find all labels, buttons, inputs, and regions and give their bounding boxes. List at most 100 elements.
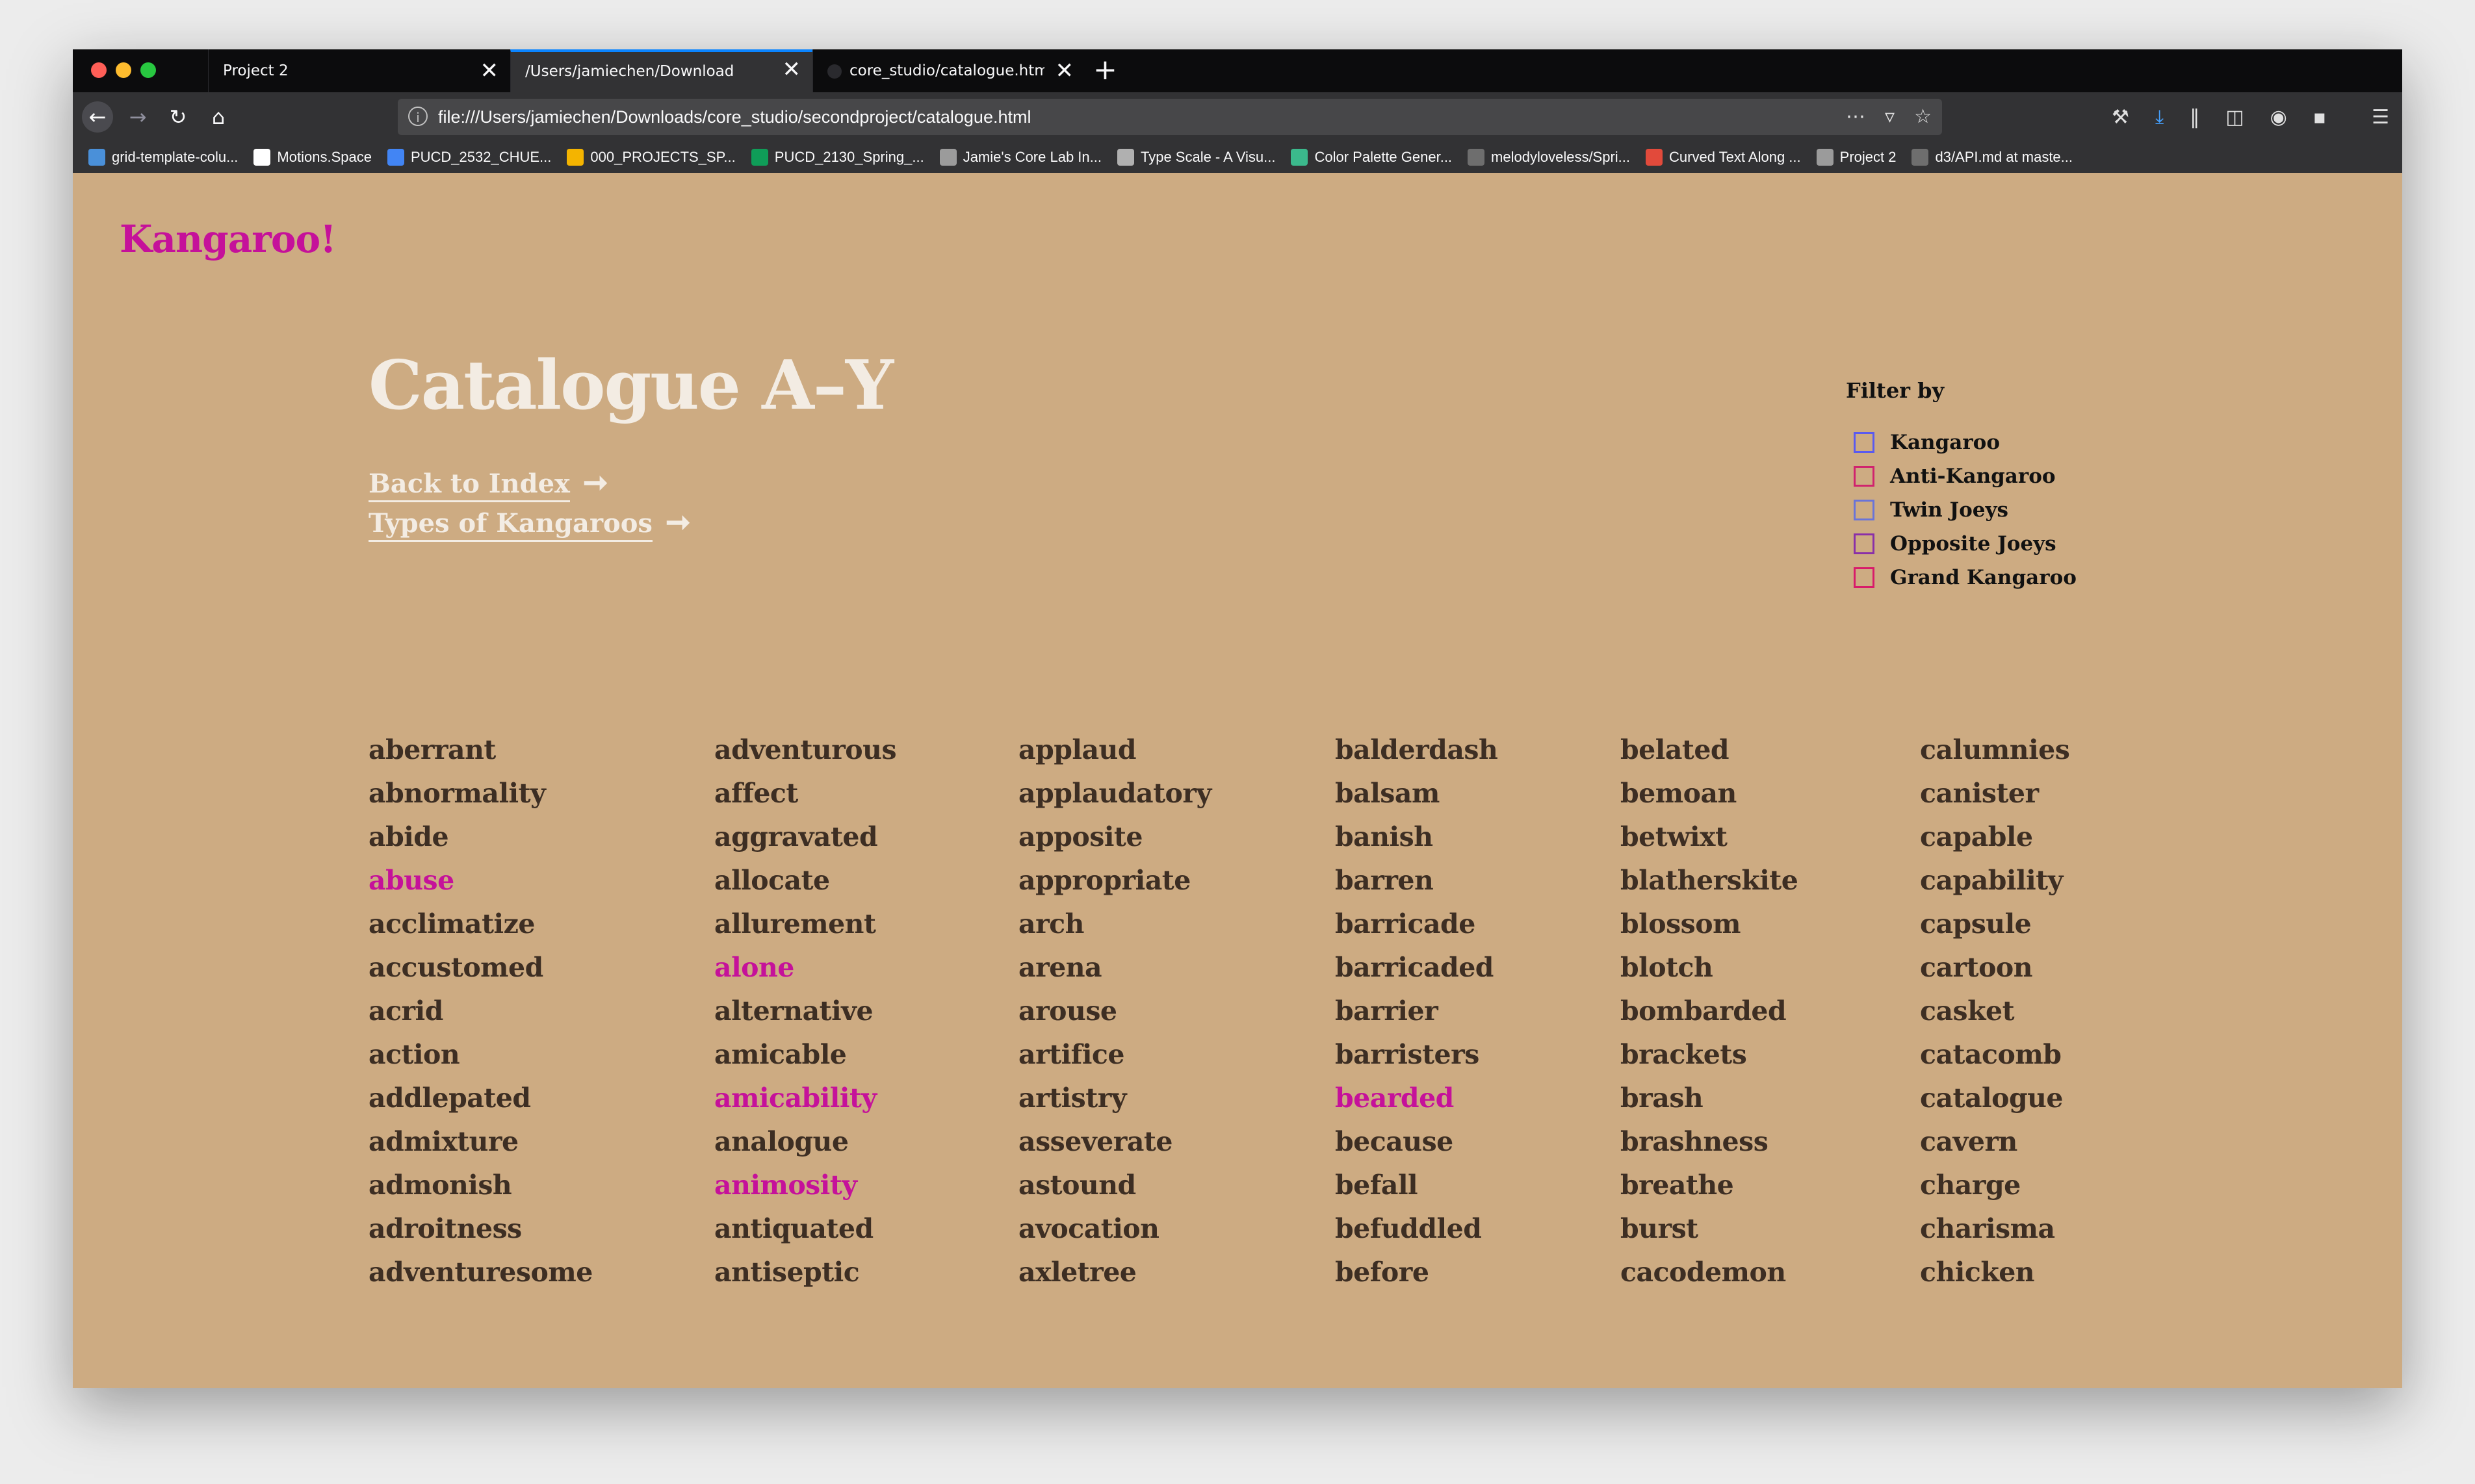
catalogue-word-link[interactable]: arena xyxy=(1018,946,1212,990)
catalogue-word-link[interactable]: banish xyxy=(1335,815,1497,859)
catalogue-word-link[interactable]: abuse xyxy=(369,859,593,902)
catalogue-word-link[interactable]: cartoon xyxy=(1920,946,2069,990)
tab-project-2[interactable]: Project 2 ✕ xyxy=(208,49,510,92)
catalogue-word-link[interactable]: animosity xyxy=(714,1164,896,1207)
catalogue-word-link[interactable]: brash xyxy=(1620,1077,1798,1120)
catalogue-word-link[interactable]: balsam xyxy=(1335,772,1497,815)
library-icon[interactable]: ‖ xyxy=(2190,106,2199,129)
filter-checkbox[interactable] xyxy=(1854,533,1874,554)
catalogue-word-link[interactable]: capable xyxy=(1920,815,2069,859)
catalogue-word-link[interactable]: adventurous xyxy=(714,728,897,772)
close-icon[interactable]: ✕ xyxy=(480,49,499,92)
extension-icon[interactable]: ▪ xyxy=(2313,106,2326,129)
catalogue-word-link[interactable]: charge xyxy=(1920,1164,2069,1207)
catalogue-word-link[interactable]: adroitness xyxy=(369,1207,593,1251)
bookmark-item[interactable]: Color Palette Gener... xyxy=(1291,149,1452,166)
catalogue-word-link[interactable]: betwixt xyxy=(1620,815,1798,859)
download-icon[interactable]: ⤓ xyxy=(2155,106,2164,129)
more-actions-icon[interactable]: ⋯ xyxy=(1846,99,1865,135)
catalogue-word-link[interactable]: calumnies xyxy=(1920,728,2070,772)
close-icon[interactable]: ✕ xyxy=(783,50,801,89)
filter-option[interactable]: Anti-Kangaroo xyxy=(1846,464,2077,489)
catalogue-word-link[interactable]: admonish xyxy=(369,1164,593,1207)
catalogue-word-link[interactable]: analogue xyxy=(714,1120,896,1164)
catalogue-word-link[interactable]: barrier xyxy=(1335,990,1497,1033)
types-of-kangaroos-link[interactable]: Types of Kangaroos ➞ xyxy=(369,506,690,542)
catalogue-word-link[interactable]: befuddled xyxy=(1335,1207,1497,1251)
catalogue-word-link[interactable]: allurement xyxy=(714,902,896,946)
back-arrow-icon[interactable]: ← xyxy=(82,101,113,133)
close-icon[interactable]: ✕ xyxy=(1056,49,1074,92)
bookmark-star-icon[interactable]: ☆ xyxy=(1914,99,1932,135)
catalogue-word-link[interactable]: acrid xyxy=(369,990,593,1033)
catalogue-word-link[interactable]: astound xyxy=(1018,1164,1212,1207)
filter-checkbox[interactable] xyxy=(1854,466,1874,487)
catalogue-word-link[interactable]: catalogue xyxy=(1920,1077,2069,1120)
filter-checkbox[interactable] xyxy=(1854,567,1874,588)
filter-option[interactable]: Kangaroo xyxy=(1846,430,2077,455)
catalogue-word-link[interactable]: applaudatory xyxy=(1018,772,1212,815)
reload-icon[interactable]: ↻ xyxy=(162,101,194,133)
hamburger-menu-icon[interactable]: ☰ xyxy=(2372,106,2389,129)
wrench-icon[interactable]: ⚒ xyxy=(2112,106,2129,129)
bookmark-item[interactable]: melodyloveless/Spri... xyxy=(1468,149,1630,166)
catalogue-word-link[interactable]: before xyxy=(1335,1251,1497,1294)
catalogue-word-link[interactable]: cavern xyxy=(1920,1120,2069,1164)
catalogue-word-link[interactable]: charisma xyxy=(1920,1207,2069,1251)
close-window-button[interactable] xyxy=(91,62,107,78)
tab-github-catalogue[interactable]: core_studio/catalogue.html at ( ✕ xyxy=(812,49,1085,92)
catalogue-word-link[interactable]: blossom xyxy=(1620,902,1798,946)
catalogue-word-link[interactable]: arch xyxy=(1018,902,1212,946)
catalogue-word-link[interactable]: arouse xyxy=(1018,990,1212,1033)
catalogue-word-link[interactable]: apposite xyxy=(1018,815,1212,859)
catalogue-word-link[interactable]: brackets xyxy=(1620,1033,1798,1077)
filter-checkbox[interactable] xyxy=(1854,500,1874,520)
bookmark-item[interactable]: PUCD_2130_Spring_... xyxy=(751,149,924,166)
bookmark-item[interactable]: Jamie's Core Lab In... xyxy=(939,149,1102,166)
bookmark-item[interactable]: d3/API.md at maste... xyxy=(1911,149,2073,166)
catalogue-word-link[interactable]: capability xyxy=(1920,859,2069,902)
catalogue-word-link[interactable]: applaud xyxy=(1018,728,1212,772)
url-text[interactable]: file:///Users/jamiechen/Downloads/core_s… xyxy=(438,99,1031,135)
catalogue-word-link[interactable]: artifice xyxy=(1018,1033,1212,1077)
bookmark-item[interactable]: Type Scale - A Visu... xyxy=(1117,149,1275,166)
catalogue-word-link[interactable]: bearded xyxy=(1335,1077,1497,1120)
catalogue-word-link[interactable]: amicability xyxy=(714,1077,896,1120)
bookmark-item[interactable]: 000_PROJECTS_SP... xyxy=(567,149,736,166)
catalogue-word-link[interactable]: affect xyxy=(714,772,896,815)
catalogue-word-link[interactable]: canister xyxy=(1920,772,2069,815)
catalogue-word-link[interactable]: casket xyxy=(1920,990,2069,1033)
catalogue-word-link[interactable]: acclimatize xyxy=(369,902,593,946)
catalogue-word-link[interactable]: barristers xyxy=(1335,1033,1497,1077)
tab-catalogue-local[interactable]: /Users/jamiechen/Downloads/core_ ✕ xyxy=(510,49,812,92)
catalogue-word-link[interactable]: alternative xyxy=(714,990,896,1033)
catalogue-word-link[interactable]: barricaded xyxy=(1335,946,1497,990)
filter-option[interactable]: Grand Kangaroo xyxy=(1846,565,2077,590)
catalogue-word-link[interactable]: action xyxy=(369,1033,593,1077)
catalogue-word-link[interactable]: bemoan xyxy=(1620,772,1798,815)
catalogue-word-link[interactable]: abide xyxy=(369,815,593,859)
account-icon[interactable]: ◉ xyxy=(2270,106,2287,129)
catalogue-word-link[interactable]: aberrant xyxy=(369,728,593,772)
catalogue-word-link[interactable]: aggravated xyxy=(714,815,896,859)
catalogue-word-link[interactable]: bombarded xyxy=(1620,990,1798,1033)
filter-option[interactable]: Opposite Joeys xyxy=(1846,531,2077,556)
filter-checkbox[interactable] xyxy=(1854,432,1874,453)
catalogue-word-link[interactable]: burst xyxy=(1620,1207,1798,1251)
catalogue-word-link[interactable]: blatherskite xyxy=(1620,859,1798,902)
address-bar[interactable]: i file:///Users/jamiechen/Downloads/core… xyxy=(398,99,1942,135)
pocket-icon[interactable]: ▿ xyxy=(1885,99,1895,135)
catalogue-word-link[interactable]: because xyxy=(1335,1120,1497,1164)
home-icon[interactable]: ⌂ xyxy=(203,101,234,133)
zoom-window-button[interactable] xyxy=(140,62,156,78)
catalogue-word-link[interactable]: chicken xyxy=(1920,1251,2069,1294)
catalogue-word-link[interactable]: axletree xyxy=(1018,1251,1212,1294)
catalogue-word-link[interactable]: antiseptic xyxy=(714,1251,896,1294)
bookmark-item[interactable]: Project 2 xyxy=(1816,149,1896,166)
bookmark-item[interactable]: PUCD_2532_CHUE... xyxy=(387,149,551,166)
catalogue-word-link[interactable]: abnormality xyxy=(369,772,593,815)
catalogue-word-link[interactable]: blotch xyxy=(1620,946,1798,990)
catalogue-word-link[interactable]: avocation xyxy=(1018,1207,1212,1251)
bookmark-item[interactable]: Curved Text Along ... xyxy=(1646,149,1801,166)
catalogue-word-link[interactable]: belated xyxy=(1620,728,1798,772)
